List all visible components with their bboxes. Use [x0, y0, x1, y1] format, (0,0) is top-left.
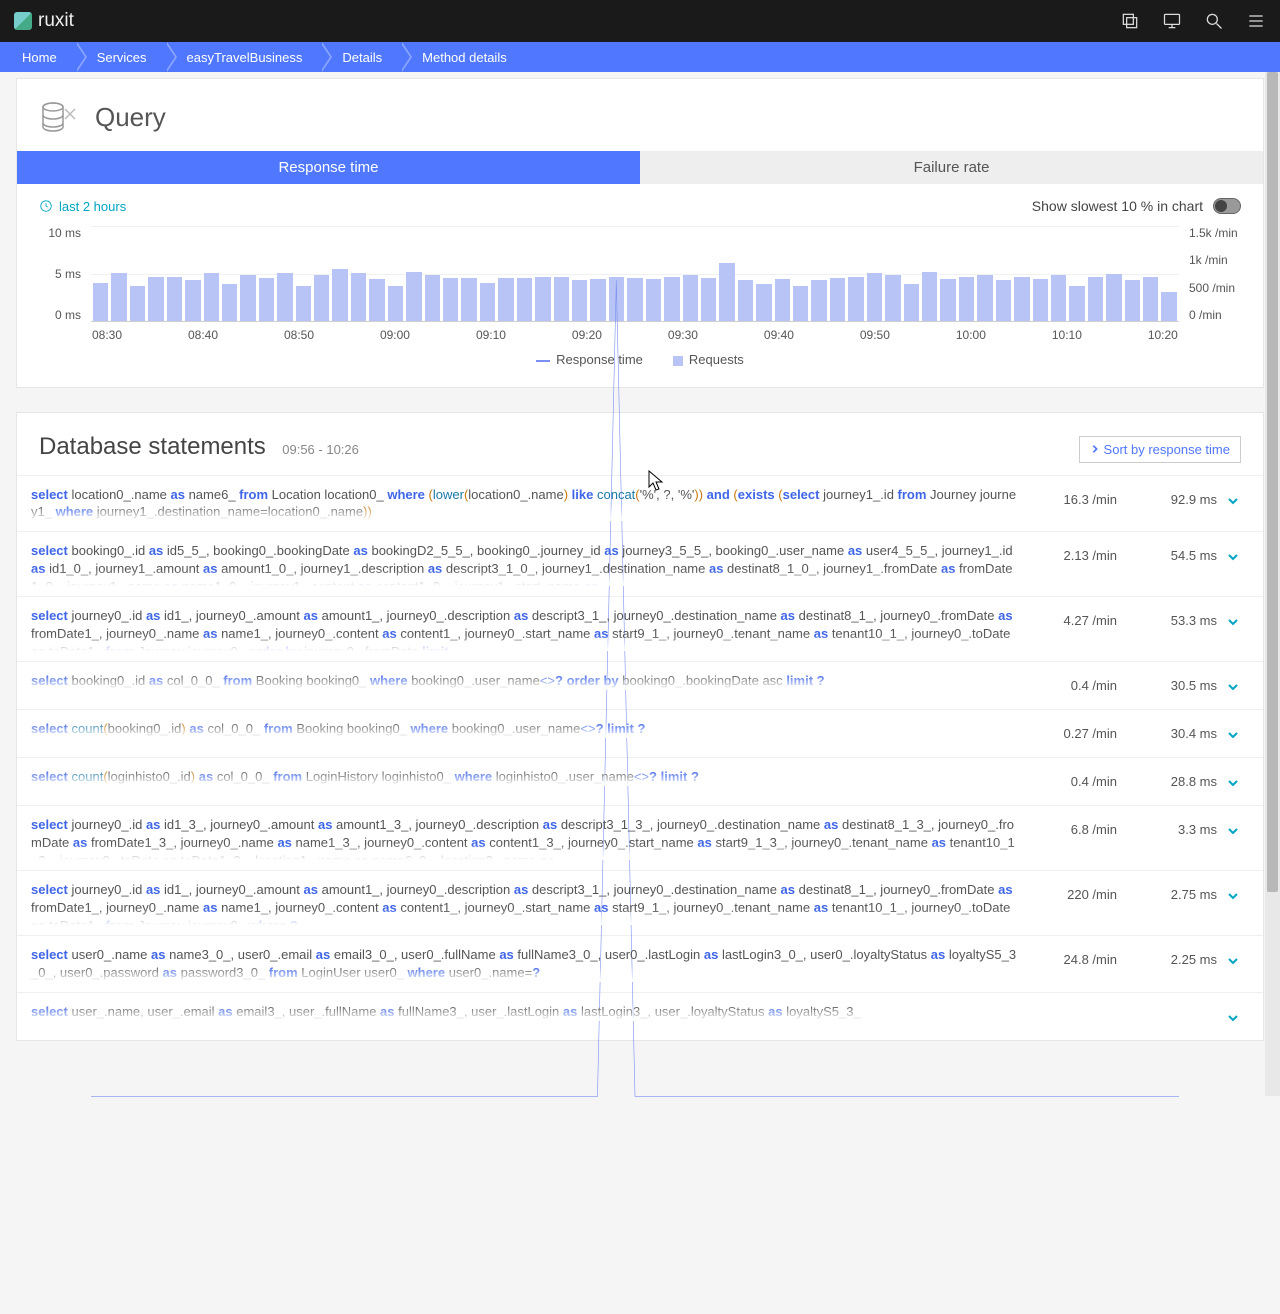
timerange-label: last 2 hours — [59, 199, 126, 214]
statement-sql: select user0_.name as name3_0_, user0_.e… — [31, 946, 1027, 982]
expand-button[interactable] — [1217, 881, 1249, 908]
tabs: Response timeFailure rate — [17, 151, 1263, 184]
expand-button[interactable] — [1217, 607, 1249, 634]
expand-button[interactable] — [1217, 542, 1249, 569]
slowest-toggle-label: Show slowest 10 % in chart — [1032, 198, 1203, 214]
statement-sql: select booking0_.id as id5_5_, booking0_… — [31, 542, 1027, 586]
clock-icon — [39, 199, 53, 213]
expand-button[interactable] — [1217, 816, 1249, 843]
database-icon — [39, 97, 79, 137]
breadcrumb-item[interactable]: easyTravelBusiness — [165, 42, 321, 72]
breadcrumb-item[interactable]: Home — [0, 42, 75, 72]
expand-button[interactable] — [1217, 720, 1249, 747]
slowest-toggle-row: Show slowest 10 % in chart — [1032, 198, 1241, 214]
statement-sql: select user_.name, user_.email as email3… — [31, 1003, 1027, 1021]
expand-button[interactable] — [1217, 768, 1249, 795]
scrollbar[interactable] — [1265, 72, 1280, 1096]
expand-button[interactable] — [1217, 672, 1249, 699]
chevron-down-icon — [1226, 728, 1240, 742]
topbar-icons — [1120, 11, 1266, 31]
chevron-down-icon — [1226, 1011, 1240, 1025]
chevron-down-icon — [1226, 680, 1240, 694]
brand-name: ruxit — [38, 10, 74, 32]
chevron-down-icon — [1226, 615, 1240, 629]
chevron-down-icon — [1226, 494, 1240, 508]
statement-sql: select journey0_.id as id1_, journey0_.a… — [31, 881, 1027, 925]
page-header: Query — [17, 79, 1263, 151]
expand-button[interactable] — [1217, 1003, 1249, 1030]
query-card: Query Response timeFailure rate last 2 h… — [16, 78, 1264, 388]
statement-sql: select location0_.name as name6_ from Lo… — [31, 486, 1027, 522]
chart-plot[interactable] — [91, 226, 1179, 322]
breadcrumb-item[interactable]: Services — [75, 42, 165, 72]
tab-response-time[interactable]: Response time — [17, 151, 640, 184]
statement-sql: select count(loginhisto0_.id) as col_0_0… — [31, 768, 1027, 786]
chevron-down-icon — [1226, 550, 1240, 564]
tab-failure-rate[interactable]: Failure rate — [640, 151, 1263, 184]
chevron-down-icon — [1226, 824, 1240, 838]
slowest-toggle[interactable] — [1213, 198, 1241, 214]
y-axis-left: 10 ms5 ms0 ms — [39, 226, 85, 322]
expand-button[interactable] — [1217, 946, 1249, 973]
brand-logo[interactable]: ruxit — [14, 10, 74, 32]
breadcrumb: HomeServiceseasyTravelBusinessDetailsMet… — [0, 42, 1280, 72]
chevron-down-icon — [1226, 954, 1240, 968]
chevron-down-icon — [1226, 776, 1240, 790]
windows-icon[interactable] — [1120, 11, 1140, 31]
chevron-down-icon — [1226, 889, 1240, 903]
monitor-icon[interactable] — [1162, 11, 1182, 31]
statement-sql: select booking0_.id as col_0_0_ from Boo… — [31, 672, 1027, 690]
breadcrumb-item[interactable]: Method details — [400, 42, 525, 72]
scrollbar-thumb[interactable] — [1267, 72, 1278, 892]
timerange-picker[interactable]: last 2 hours — [39, 199, 126, 214]
y-axis-right: 1.5k /min1k /min500 /min0 /min — [1185, 226, 1241, 322]
statement-sql: select journey0_.id as id1_, journey0_.a… — [31, 607, 1027, 651]
brand-logo-icon — [14, 12, 32, 30]
page-title: Query — [95, 102, 166, 133]
statement-sql: select count(booking0_.id) as col_0_0_ f… — [31, 720, 1027, 738]
response-time-chart: 10 ms5 ms0 ms 1.5k /min1k /min500 /min0 … — [17, 220, 1263, 387]
topbar: ruxit — [0, 0, 1280, 42]
search-icon[interactable] — [1204, 11, 1224, 31]
statement-sql: select journey0_.id as id1_3_, journey0_… — [31, 816, 1027, 860]
menu-icon[interactable] — [1246, 11, 1266, 31]
expand-button[interactable] — [1217, 486, 1249, 513]
